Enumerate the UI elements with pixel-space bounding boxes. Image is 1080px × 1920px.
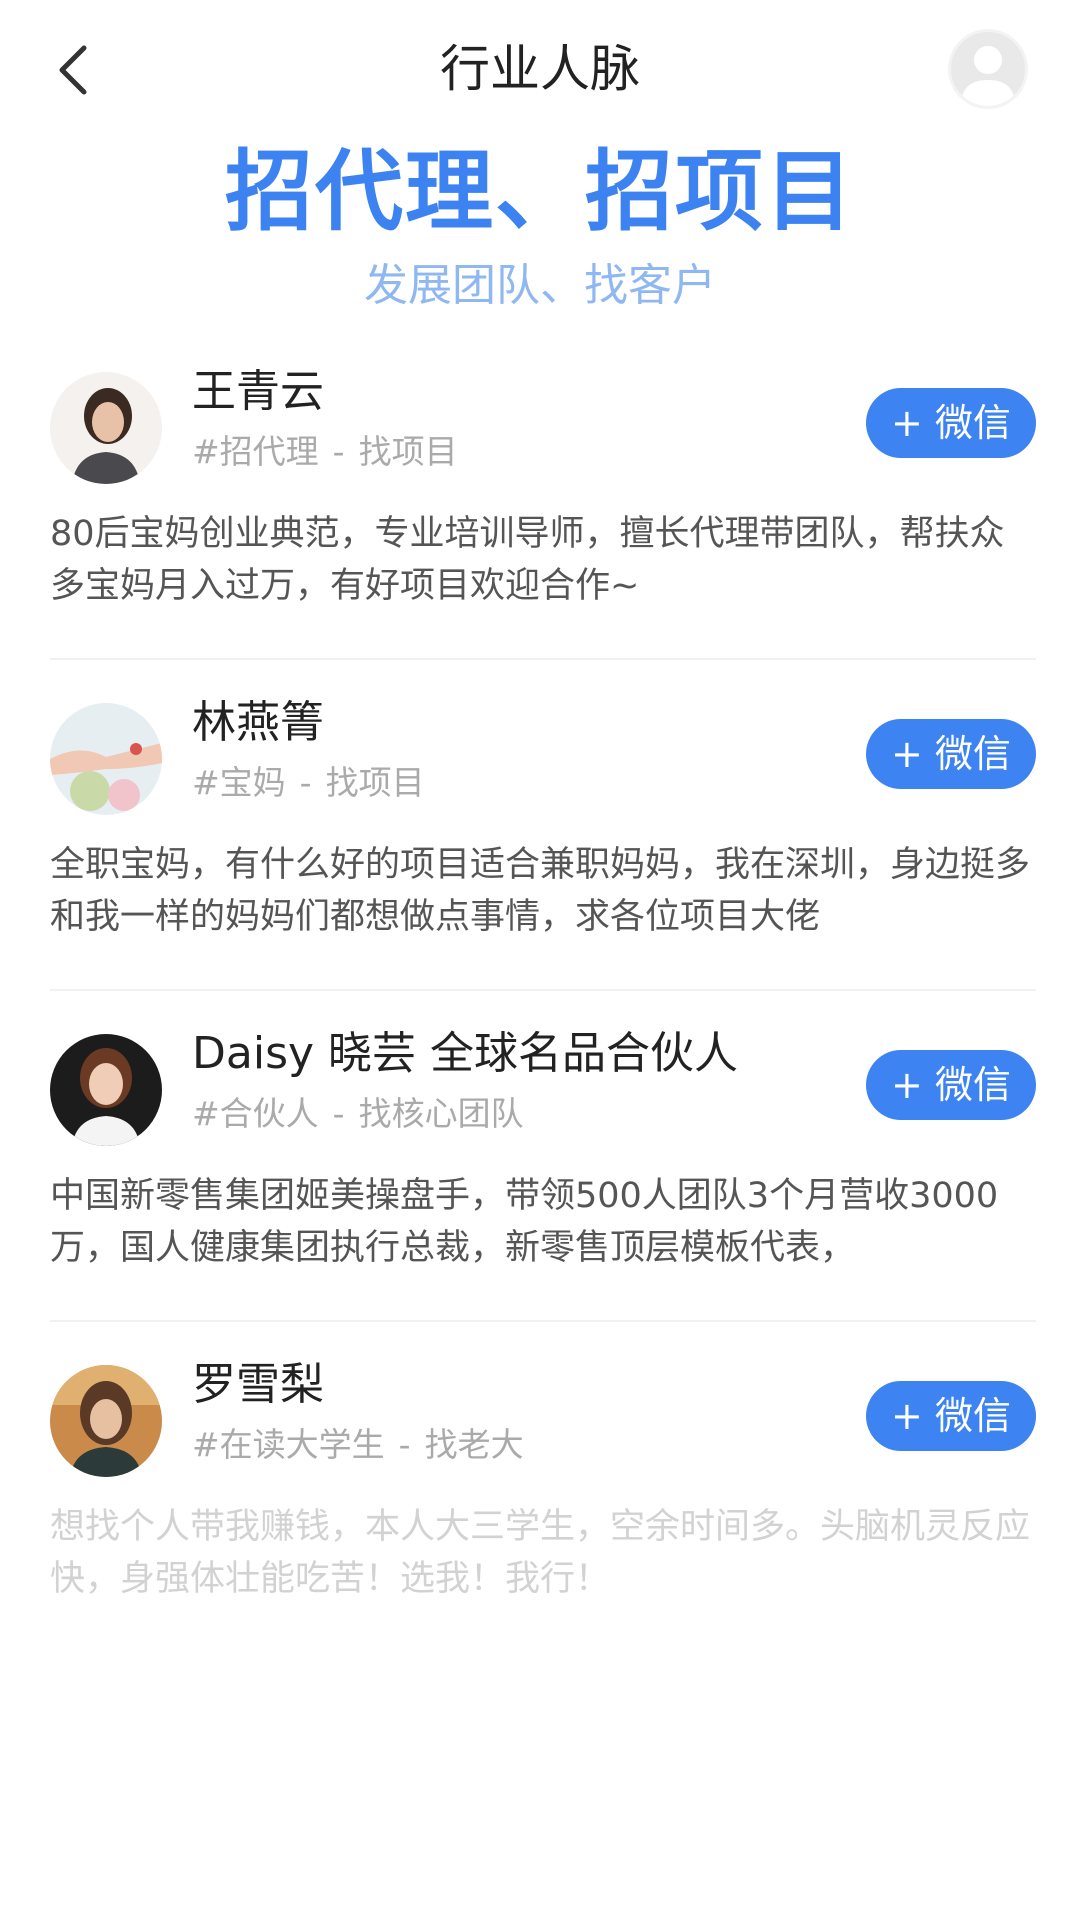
add-wechat-button[interactable]: + 微信 [866,388,1036,458]
contact-name: 林燕箐 [192,697,324,748]
tag-separator: - [299,763,312,802]
contact-card[interactable]: Daisy 晓芸 全球名品合伙人 #合伙人 - 找核心团队 + 微信 中国新零售集团… [0,1022,1080,1353]
contact-name: 罗雪梨 [192,1359,324,1410]
avatar[interactable] [50,703,162,815]
identity-tag: #合伙人 [192,1094,319,1133]
tag-separator: - [398,1425,411,1464]
back-button[interactable] [38,30,108,110]
contact-card[interactable]: 罗雪梨 #在读大学生 - 找老大 + 微信 想找个人带我赚钱，本人大三学生，空余时间… [0,1353,1080,1684]
divider [50,658,1036,660]
nav-bar: 行业人脉 [0,0,1080,140]
hero-title: 招代理、招项目 [224,140,855,243]
contact-tags: #招代理 - 找项目 [192,430,458,474]
add-wechat-button[interactable]: + 微信 [866,1381,1036,1451]
add-wechat-button[interactable]: + 微信 [866,1050,1036,1120]
avatar[interactable] [50,1365,162,1477]
avatar[interactable] [50,372,162,484]
contact-bio: 80后宝妈创业典范，专业培训导师，擅长代理带团队，帮扶众多宝妈月入过万，有好项目… [50,514,1005,606]
identity-tag: #招代理 [192,432,319,471]
contact-tags: #在读大学生 - 找老大 [192,1423,524,1467]
page-title: 行业人脉 [440,40,640,98]
contact-card[interactable]: 林燕箐 #宝妈 - 找项目 + 微信 全职宝妈，有什么好的项目适合兼职妈妈，我在深圳… [0,691,1080,1022]
hero-subtitle: 发展团队、找客户 [364,260,716,311]
contact-list: 王青云 #招代理 - 找项目 + 微信 80后宝妈创业典范，专业培训导师，擅长代理带… [0,360,1080,1684]
contact-tags: #合伙人 - 找核心团队 [192,1092,524,1136]
user-avatar-icon [961,46,1015,106]
seeking-tag: 找项目 [325,763,425,802]
seeking-tag: 找老大 [424,1425,524,1464]
seeking-tag: 找项目 [358,432,458,471]
contact-name: 王青云 [192,366,324,417]
contact-card[interactable]: 王青云 #招代理 - 找项目 + 微信 80后宝妈创业典范，专业培训导师，擅长代理带… [0,360,1080,691]
add-wechat-button[interactable]: + 微信 [866,719,1036,789]
seeking-tag: 找核心团队 [358,1094,524,1133]
contact-name: Daisy 晓芸 全球名品合伙人 [192,1028,739,1079]
tag-separator: - [332,432,345,471]
contact-bio: 想找个人带我赚钱，本人大三学生，空余时间多。头脑机灵反应快，身强体壮能吃苦！选我… [50,1507,1031,1599]
identity-tag: #在读大学生 [192,1425,385,1464]
divider [50,989,1036,991]
contact-bio: 全职宝妈，有什么好的项目适合兼职妈妈，我在深圳，身边挺多和我一样的妈妈们都想做点… [50,845,1031,937]
identity-tag: #宝妈 [192,763,286,802]
chevron-left-icon [59,45,87,95]
contact-tags: #宝妈 - 找项目 [192,761,425,805]
divider [50,1320,1036,1322]
tag-separator: - [332,1094,345,1133]
contact-bio: 中国新零售集团姬美操盘手，带领500人团队3个月营收3000万，国人健康集团执行… [50,1176,999,1268]
profile-avatar-button[interactable] [948,29,1028,109]
avatar[interactable] [50,1034,162,1146]
